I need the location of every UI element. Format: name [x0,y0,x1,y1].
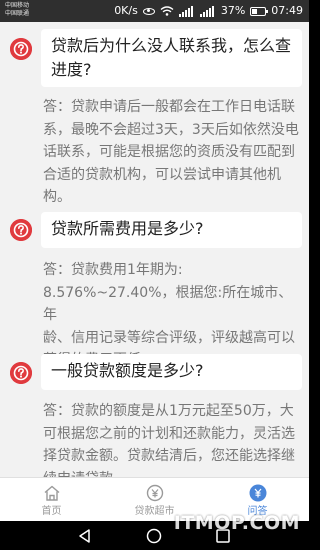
faq-list[interactable]: 贷款后为什么没人联系我，怎么查 进度? 答：贷款申请后一般都会在工作日电话联 系… [0,22,309,477]
status-indicators: 0K/s 37% 07:49 [114,4,303,18]
faq-question[interactable]: 贷款所需费用是多少? [41,212,302,248]
question-icon [10,38,32,60]
eye-comfort-icon [142,7,155,15]
home-icon [44,485,59,501]
faq-answer: 答：贷款申请后一般都会在工作日电话联 系，最晚不会超过3天，3天后如依然没电 话… [43,99,299,205]
wifi-icon [160,6,174,16]
clock: 07:49 [271,4,303,17]
carrier-2: 中国联通 [5,10,30,17]
back-icon[interactable] [76,527,94,545]
question-icon [10,219,32,241]
faq-question[interactable]: 一般贷款额度是多少? [41,354,302,390]
carrier-info: 中国移动 中国联通 [5,2,29,18]
loan-market-icon [146,484,163,502]
watermark: ITMOP.COM [173,512,300,534]
signal-icon-2 [199,5,216,17]
status-bar: 中国移动 中国联通 0K/s 37% 07:49 [0,0,309,22]
battery-level: 37% [220,4,246,17]
tab-label: 贷款超市 [134,506,175,517]
tab-label: 首页 [41,506,62,517]
tab-home[interactable]: 首页 [0,478,103,521]
qa-icon [249,484,266,502]
faq-answer: 答：贷款的额度是从1万元起至50万，大 可根据您之前的计划和还款能力，灵活选 择… [43,403,295,477]
network-speed: 0K/s [114,4,138,17]
carrier-1: 中国移动 [5,2,30,9]
signal-icon [178,5,195,17]
faq-question[interactable]: 贷款后为什么没人联系我，怎么查 进度? [41,29,302,87]
home-button-icon[interactable] [145,527,163,545]
question-icon [10,362,32,384]
battery-icon [250,6,269,16]
